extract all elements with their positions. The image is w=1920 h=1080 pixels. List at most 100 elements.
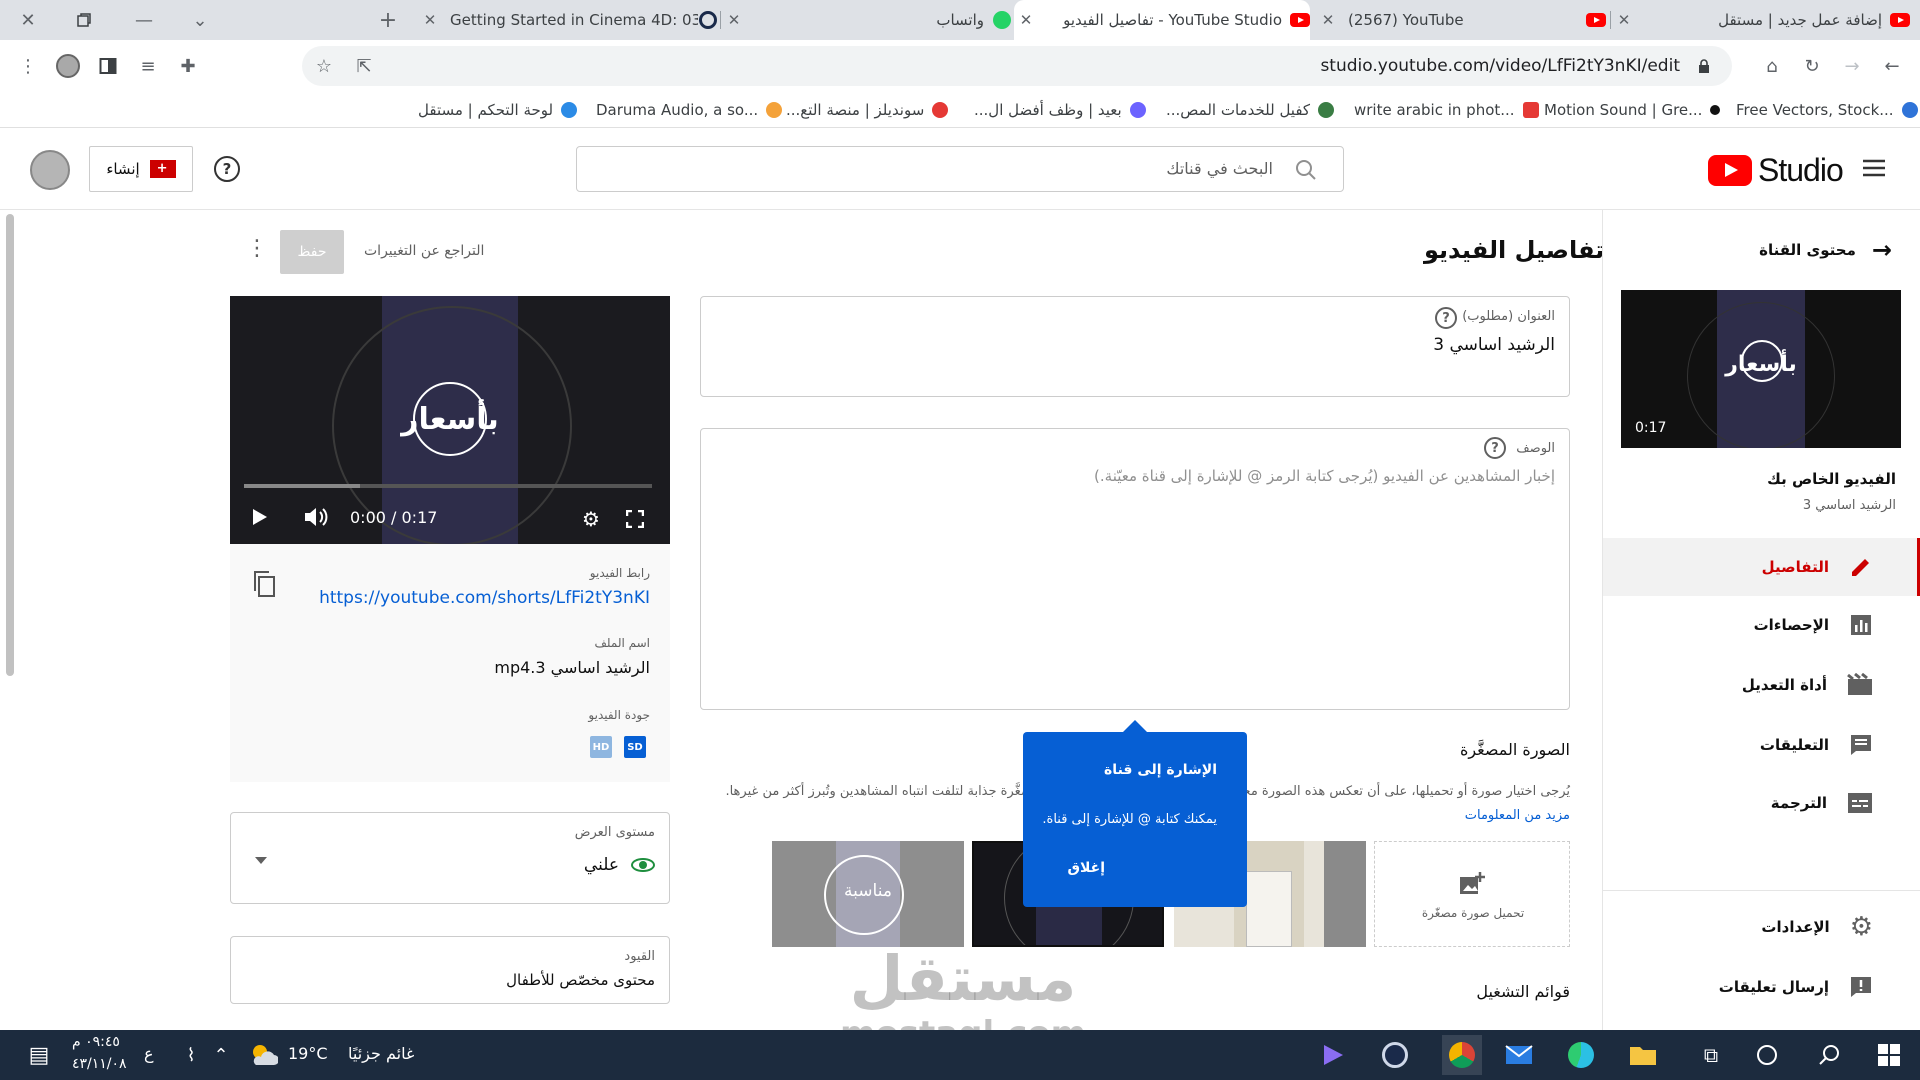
tab-close-icon[interactable]: ✕ [418,8,442,32]
media-app-icon[interactable] [1318,1040,1348,1070]
save-button[interactable]: حفظ [280,230,344,274]
url-text[interactable]: studio.youtube.com/video/LfFi2tY3nKI/edi… [1320,56,1680,76]
tab-close-icon[interactable]: ✕ [1316,8,1340,32]
add-image-icon [1459,872,1485,896]
tab-close-icon[interactable]: ✕ [1014,8,1038,32]
sidebar-video-thumbnail[interactable]: بأسعار 0:17 [1621,290,1901,448]
windows-start-icon[interactable] [1874,1040,1904,1070]
upload-thumbnail-button[interactable]: تحميل صورة مصغّرة [1374,841,1570,947]
tab-close-icon[interactable]: ✕ [722,8,746,32]
file-explorer-icon[interactable] [1628,1040,1658,1070]
cortana-icon[interactable] [1752,1040,1782,1070]
window-close-icon[interactable]: ✕ [16,8,40,32]
sidebar-item-subtitles[interactable]: الترجمة [1603,774,1920,832]
sidebar-item-editor[interactable]: أداة التعديل [1603,656,1920,714]
help-icon[interactable]: ? [214,156,240,182]
task-view-icon[interactable]: ⧉ [1696,1040,1726,1070]
title-field[interactable]: العنوان (مطلوب) ? الرشيد اساسي 3 [700,296,1570,397]
undo-changes-button[interactable]: التراجع عن التغييرات [364,243,484,259]
chrome-app-icon[interactable] [1442,1035,1482,1075]
copy-icon[interactable] [252,570,276,598]
sidebar-item-analytics[interactable]: الإحصاءات [1603,596,1920,654]
new-tab-icon[interactable]: + [376,8,400,33]
volume-icon[interactable] [304,506,330,528]
search-icon[interactable] [1814,1040,1844,1070]
notifications-icon[interactable]: ▤ [24,1040,54,1070]
weather-icon[interactable] [248,1040,278,1070]
help-icon[interactable]: ? [1435,307,1457,329]
chevron-up-icon[interactable]: ⌃ [206,1040,236,1070]
search-input[interactable]: البحث في قناتك [576,146,1344,192]
visibility-select[interactable]: مستوى العرض علني [230,812,670,904]
tab-search-chevron-icon[interactable]: ⌄ [188,8,212,32]
lock-icon[interactable] [1692,54,1716,78]
analytics-icon [1849,613,1873,637]
learn-more-link[interactable]: مزيد من المعلومات [1465,808,1570,823]
share-icon[interactable]: ⇱ [352,54,376,78]
sidebar-item-comments[interactable]: التعليقات [1603,716,1920,774]
tab-close-icon[interactable]: ✕ [1612,8,1636,32]
hamburger-menu-icon[interactable] [1862,158,1886,178]
bookmark-star-icon[interactable]: ☆ [312,54,336,78]
window-minimize-icon[interactable]: — [132,8,156,32]
sidebar-item-settings[interactable]: الإعدادات ⚙ [1603,898,1920,956]
account-avatar[interactable] [30,150,70,190]
restrictions-field[interactable]: القيود محتوى مخصّص للأطفال [230,936,670,1004]
bookmark-baeed[interactable]: بعيد | وظف أفضل ال... [974,100,1146,120]
back-icon[interactable]: ← [1880,54,1904,78]
tab-cinema4d[interactable]: ✕ Getting Started in Cinema 4D: 03 [418,0,718,40]
bookmark-daruma[interactable]: Daruma Audio, a so... [596,100,783,120]
clock-date[interactable]: ٤٣/١١/٠٨ [72,1056,127,1072]
tab-whatsapp[interactable]: ✕ واتساب [722,0,1012,40]
bookmark-write-arabic[interactable]: write arabic in phot... [1354,100,1539,120]
fullscreen-icon[interactable] [626,510,644,528]
forward-icon[interactable]: → [1840,54,1864,78]
tab-mostaql[interactable]: ✕ إضافة عمل جديد | مستقل [1612,0,1910,40]
sidebar-item-feedback[interactable]: إرسال تعليقات [1603,958,1920,1016]
progress-bar[interactable] [244,484,652,488]
bookmark-free-vectors[interactable]: Free Vectors, Stock... [1736,100,1918,120]
thumbnail-option-1[interactable]: مناسبة [772,841,964,947]
home-icon[interactable]: ⌂ [1760,54,1784,78]
video-link[interactable]: https://youtube.com/shorts/LfFi2tY3nKI [319,588,650,608]
search-icon [1295,159,1317,181]
reload-icon[interactable]: ↻ [1800,54,1824,78]
youtube-favicon-icon [1890,10,1910,30]
description-input[interactable]: إخبار المشاهدين عن الفيديو (يُرجى كتابة … [1094,467,1555,485]
bookmark-motion-sound[interactable]: Motion Sound | Gre... [1544,100,1721,120]
create-button[interactable]: إنشاء + [89,146,193,192]
bookmarks-bar: لوحة التحكم | مستقل Daruma Audio, a so..… [0,92,1920,128]
title-input[interactable]: الرشيد اساسي 3 [1433,335,1555,355]
video-player[interactable]: بأسعار 0:00 / 0:17 ⚙ [230,296,670,544]
reading-list-icon[interactable]: ≡ [136,54,160,78]
bookmark-soundels[interactable]: سونديلز | منصة التع... [786,100,949,120]
sidebar-item-details[interactable]: التفاصيل [1603,538,1920,596]
mail-app-icon[interactable] [1504,1040,1534,1070]
profile-avatar[interactable] [56,54,80,78]
play-icon[interactable] [252,508,268,526]
tooltip-close-button[interactable]: إغلاق [1067,860,1105,876]
settings-gear-icon[interactable]: ⚙ [582,507,600,531]
wifi-icon[interactable]: ⌇ [176,1040,206,1070]
chrome-menu-icon[interactable]: ⋮ [16,54,40,78]
edge-app-icon[interactable] [1566,1040,1596,1070]
language-indicator[interactable]: ع [144,1044,154,1063]
more-options-icon[interactable]: ⋮ [246,236,268,261]
video-preview-card: بأسعار 0:00 / 0:17 ⚙ رابط الفيديو https:… [230,296,670,782]
window-restore-icon[interactable] [72,8,96,32]
channel-content-back[interactable]: محتوى القناة → [1759,236,1892,264]
tab-youtube-studio[interactable]: ✕ YouTube Studio - تفاصيل الفيديو [1014,0,1310,40]
left-scrollbar[interactable] [6,214,14,676]
omnibox[interactable]: ☆ ⇱ studio.youtube.com/video/LfFi2tY3nKI… [302,46,1732,86]
youtube-studio-logo[interactable]: Studio [1708,152,1844,189]
cinema4d-app-icon[interactable] [1380,1040,1410,1070]
tab-youtube[interactable]: ✕ (2567) YouTube [1316,0,1606,40]
description-field[interactable]: الوصف ? إخبار المشاهدين عن الفيديو (يُرج… [700,428,1570,710]
clock-time[interactable]: ٠٩:٤٥ م [72,1034,120,1050]
side-panel-icon[interactable] [96,54,120,78]
bookmark-kafeel[interactable]: كفيل للخدمات المص... [1166,100,1335,120]
bookmark-mostaql-dashboard[interactable]: لوحة التحكم | مستقل [418,100,578,120]
help-icon[interactable]: ? [1484,437,1506,459]
dropdown-arrow-icon[interactable] [255,857,267,864]
extensions-icon[interactable]: ✚ [176,54,200,78]
